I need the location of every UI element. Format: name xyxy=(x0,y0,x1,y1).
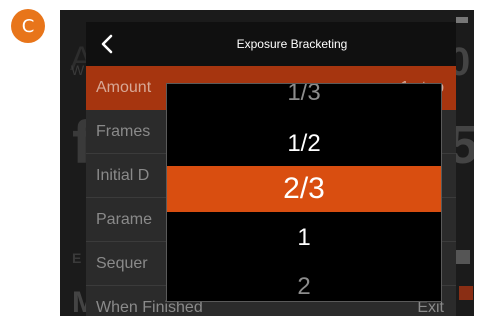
value-picker[interactable]: 1/3 1/2 2/3 1 2 xyxy=(166,83,442,302)
picker-option[interactable]: 1 xyxy=(167,215,441,261)
bg-wb-glyph: W xyxy=(71,62,85,78)
bg-indicator-icon xyxy=(456,250,470,264)
page-title: Exposure Bracketing xyxy=(236,37,348,51)
picker-option[interactable]: 1/2 xyxy=(167,121,441,167)
menu-item-label: Sequer xyxy=(96,255,148,272)
callout-badge: C xyxy=(11,9,45,43)
chevron-left-icon xyxy=(101,34,113,54)
camera-screen: A W f E M 0 5 Exposure Bracketing Amount… xyxy=(60,10,474,316)
menu-item-label: Frames xyxy=(96,123,151,140)
bg-red-indicator-icon xyxy=(459,286,473,300)
picker-option[interactable]: 1/3 xyxy=(167,84,441,116)
picker-option[interactable]: 2 xyxy=(167,264,441,301)
menu-item-label: Amount xyxy=(96,79,152,96)
bg-e-glyph: E xyxy=(72,250,82,266)
menu-item-label: Parame xyxy=(96,211,153,228)
back-button[interactable] xyxy=(86,22,128,66)
picker-option-selected[interactable]: 2/3 xyxy=(167,166,441,212)
battery-icon xyxy=(456,17,468,23)
menu-item-label: Initial D xyxy=(96,167,150,184)
menu-header: Exposure Bracketing xyxy=(86,22,456,66)
